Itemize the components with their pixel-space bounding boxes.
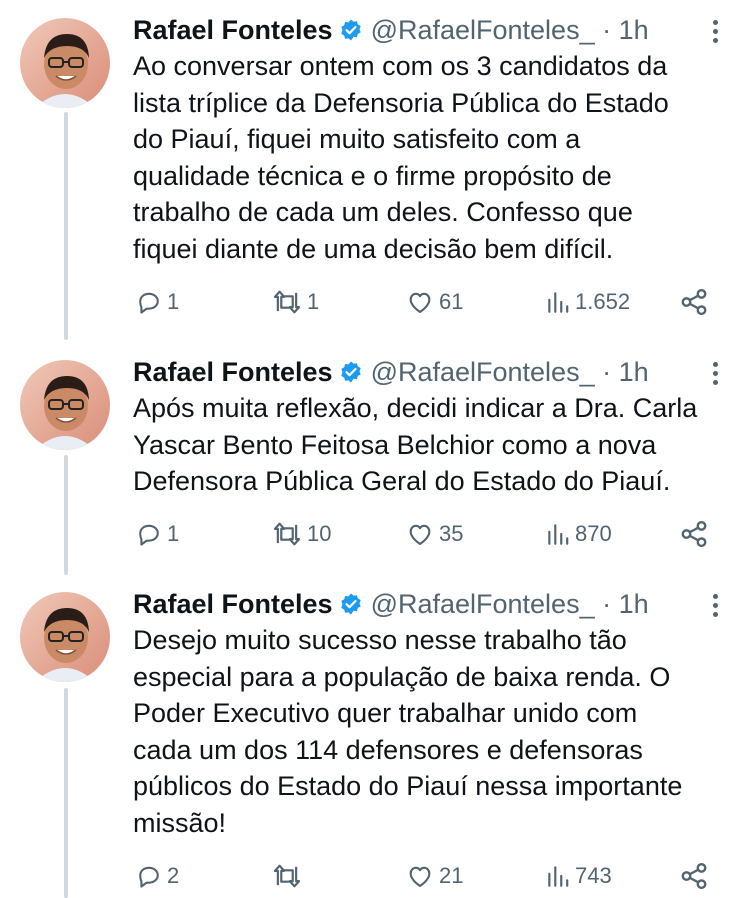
like-count: 35 [439, 521, 464, 546]
tweet[interactable]: Rafael Fonteles @RafaelFonteles_ · 1h Ap… [0, 352, 750, 572]
repost-icon [273, 522, 301, 546]
share-button[interactable] [679, 514, 709, 554]
tweet-header: Rafael Fonteles @RafaelFonteles_ · 1h [133, 584, 649, 624]
reply-count: 1 [167, 521, 180, 546]
author-name[interactable]: Rafael Fonteles [133, 357, 333, 388]
more-icon[interactable] [703, 14, 727, 48]
reply-icon [139, 292, 159, 314]
share-button[interactable] [679, 856, 709, 896]
tweet-actions: 1 1 61 1.652 [133, 282, 723, 322]
tweet[interactable]: Rafael Fonteles @RafaelFonteles_ · 1h Ao… [0, 10, 750, 340]
avatar-photo [20, 592, 110, 682]
verified-badge-icon [339, 18, 363, 42]
views-count: 743 [575, 863, 612, 888]
heart-icon [409, 292, 431, 313]
views-icon [548, 524, 569, 545]
avatar-photo [20, 18, 110, 108]
reply-count: 1 [167, 289, 180, 314]
views-button[interactable]: 1.652 [545, 282, 630, 322]
tweet-actions: 1 10 35 870 [133, 514, 723, 554]
like-count: 61 [439, 289, 464, 314]
reply-icon [139, 866, 159, 888]
views-icon [548, 866, 569, 887]
author-handle[interactable]: @RafaelFonteles_ · 1h [371, 357, 649, 388]
tweet-header: Rafael Fonteles @RafaelFonteles_ · 1h [133, 352, 649, 392]
avatar[interactable] [20, 360, 110, 450]
author-handle[interactable]: @RafaelFonteles_ · 1h [371, 15, 649, 46]
avatar[interactable] [20, 592, 110, 682]
views-button[interactable]: 870 [545, 514, 612, 554]
reply-count: 2 [167, 863, 180, 888]
like-button[interactable]: 35 [405, 514, 463, 554]
author-name[interactable]: Rafael Fonteles [133, 15, 333, 46]
views-icon [548, 292, 569, 313]
like-button[interactable]: 61 [405, 282, 463, 322]
like-button[interactable]: 21 [405, 856, 463, 896]
repost-icon [273, 864, 301, 888]
avatar[interactable] [20, 18, 110, 108]
avatar-photo [20, 360, 110, 450]
repost-button[interactable] [271, 856, 307, 896]
tweet-text: Ao conversar ontem com os 3 candidatos d… [133, 51, 669, 264]
heart-icon [409, 866, 431, 887]
more-icon[interactable] [703, 356, 727, 390]
verified-badge-icon [339, 592, 363, 616]
reply-icon [139, 524, 159, 546]
verified-badge-icon [339, 360, 363, 384]
views-count: 870 [575, 521, 612, 546]
author-name[interactable]: Rafael Fonteles [133, 589, 333, 620]
like-count: 21 [439, 863, 464, 888]
share-button[interactable] [679, 282, 709, 322]
reply-button[interactable]: 2 [135, 856, 179, 896]
views-button[interactable]: 743 [545, 856, 612, 896]
more-icon[interactable] [703, 588, 727, 622]
tweet[interactable]: Rafael Fonteles @RafaelFonteles_ · 1h De… [0, 584, 750, 898]
views-count: 1.652 [575, 289, 631, 314]
tweet-text: Após muita reflexão, decidi indicar a Dr… [133, 393, 698, 497]
repost-count: 1 [307, 289, 320, 314]
repost-button[interactable]: 10 [271, 514, 331, 554]
repost-count: 10 [307, 521, 332, 546]
reply-button[interactable]: 1 [135, 514, 179, 554]
tweet-header: Rafael Fonteles @RafaelFonteles_ · 1h [133, 10, 649, 50]
share-icon [681, 288, 707, 316]
tweet-text: Desejo muito sucesso nesse trabalho tão … [133, 625, 683, 838]
repost-button[interactable]: 1 [271, 282, 319, 322]
repost-icon [273, 290, 301, 314]
reply-button[interactable]: 1 [135, 282, 179, 322]
author-handle[interactable]: @RafaelFonteles_ · 1h [371, 589, 649, 620]
heart-icon [409, 524, 431, 545]
tweet-actions: 2 21 743 [133, 856, 723, 896]
share-icon [681, 862, 707, 890]
share-icon [681, 520, 707, 548]
